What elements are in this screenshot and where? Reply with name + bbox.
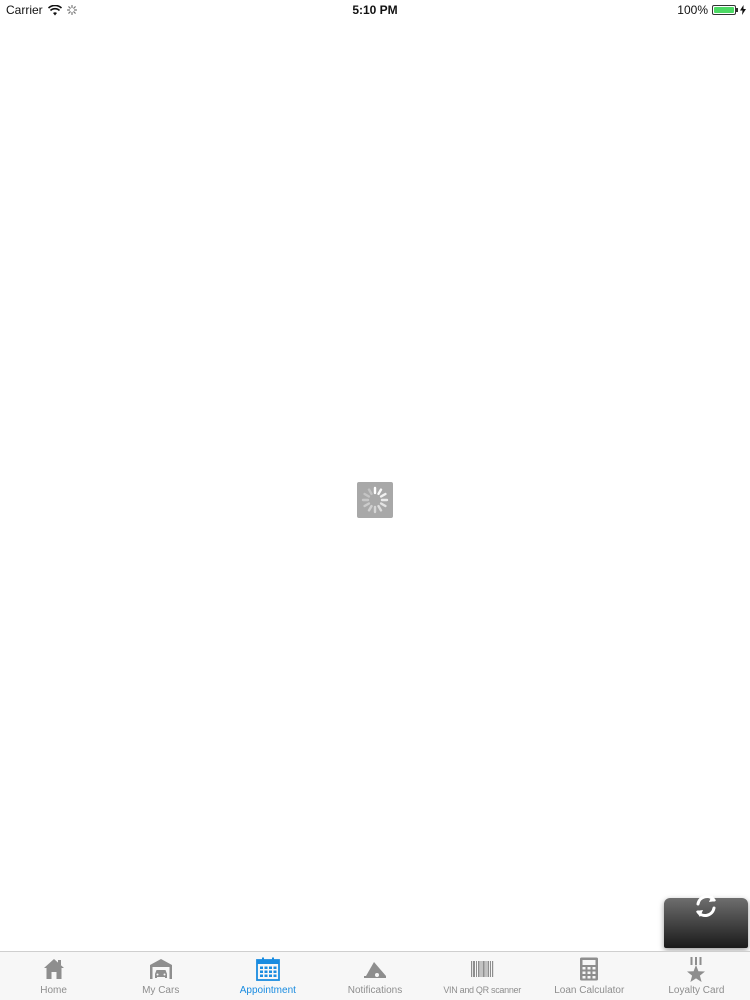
tab-appointment-label: Appointment <box>239 985 296 996</box>
tab-home[interactable]: Home <box>0 952 107 1000</box>
loading-spinner-icon <box>361 486 389 514</box>
charging-bolt-icon <box>740 5 746 15</box>
refresh-button[interactable] <box>664 895 748 948</box>
megaphone-icon <box>363 962 386 978</box>
battery-percent: 100% <box>677 3 708 17</box>
tab-appointment[interactable]: Appointment <box>214 952 321 1000</box>
tab-my-cars-label: My Cars <box>142 985 180 996</box>
battery-fill <box>714 7 734 13</box>
refresh-icon <box>696 895 716 917</box>
tab-my-cars[interactable]: My Cars <box>107 952 214 1000</box>
loading-spinner <box>357 482 393 518</box>
tab-loan-calculator[interactable]: Loan Calculator <box>536 952 643 1000</box>
battery-icon <box>712 5 738 15</box>
tab-notifications[interactable]: Notifications <box>321 952 428 1000</box>
tab-bar: Home My Cars Appointment Notifications V… <box>0 951 750 1000</box>
calculator-icon <box>580 957 599 981</box>
tab-notifications-label: Notifications <box>347 985 403 996</box>
tab-loan-calculator-label: Loan Calculator <box>554 985 625 996</box>
barcode-icon <box>471 961 494 977</box>
medal-icon <box>687 957 706 982</box>
home-icon <box>43 959 64 979</box>
status-time: 5:10 PM <box>352 3 398 17</box>
status-right: 100% <box>677 3 746 17</box>
status-bar: Carrier 5:10 PM 100% <box>0 0 750 20</box>
garage-icon <box>149 959 172 979</box>
tab-home-label: Home <box>40 985 67 996</box>
main-content <box>0 20 750 951</box>
tab-loyalty-card-label: Loyalty Card <box>668 985 725 996</box>
tab-loyalty-card[interactable]: Loyalty Card <box>643 952 750 1000</box>
calendar-icon <box>255 957 280 981</box>
tab-vin-qr-scanner[interactable]: VIN and QR scanner <box>429 952 536 1000</box>
tab-vin-qr-scanner-label: VIN and QR scanner <box>443 985 521 995</box>
